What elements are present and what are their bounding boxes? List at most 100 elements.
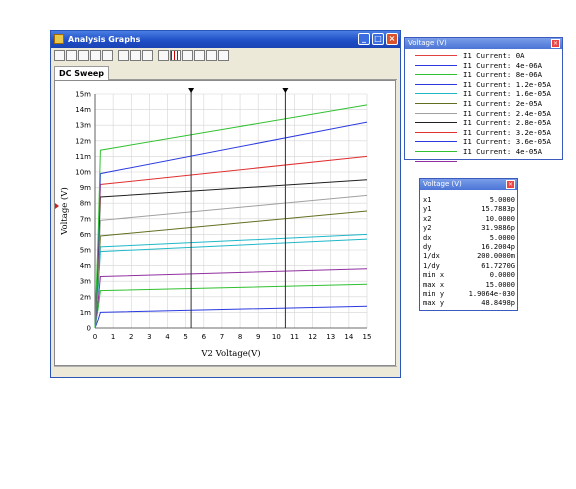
series-line (94, 305, 368, 329)
tab-dc-sweep[interactable]: DC Sweep (54, 66, 110, 80)
legend-label: I1 Current: 2e-05A (463, 99, 543, 108)
x-tick-label: 5 (183, 333, 187, 341)
cursors-icon[interactable] (194, 50, 205, 61)
y-tick-label: 1m (80, 309, 91, 317)
app-icon (54, 34, 64, 44)
readout-value: 15.0000 (485, 280, 515, 289)
legend-window: Voltage (V) × I1 Current: 0A I1 Current: … (404, 37, 563, 162)
legend-label: I1 Current: 4e-06A (463, 60, 543, 70)
readout-close-button[interactable]: × (506, 180, 515, 189)
readout-value: 16.2004p (481, 243, 515, 251)
legend-label: I1 Current: 3.2e-05A (463, 127, 551, 137)
title-bar[interactable]: Analysis Graphs _ □ × (51, 31, 400, 48)
readout-value: 200.0000m (477, 252, 515, 261)
readout-value: 0.0000 (489, 271, 515, 280)
cursor-readout-window: Voltage (V) × x1 5.0000 y1 15.7883p x2 10.000… (419, 178, 518, 311)
y-axis-label: Voltage (V) (59, 187, 70, 236)
minimize-button[interactable]: _ (358, 33, 370, 45)
readout-key: max x (423, 280, 445, 289)
readout-key: y1 (423, 205, 432, 214)
zoom-icon[interactable] (206, 50, 217, 61)
series-line (94, 283, 368, 329)
readout-key: y2 (423, 224, 432, 233)
readout-key: x2 (423, 214, 432, 223)
legend-entry: I1 Current: 4e-06A (415, 61, 560, 70)
series-line (94, 238, 368, 329)
legend-swatch (415, 131, 457, 133)
legend-entry: I1 Current: 2e-05A (415, 99, 560, 108)
readout-value: 15.7883p (481, 205, 515, 214)
series-line (94, 104, 368, 329)
readout-row: x1 5.0000 (423, 196, 515, 205)
legend-swatch (415, 55, 457, 56)
x-tick-label: 2 (129, 333, 133, 341)
x-tick-label: 1 (111, 333, 115, 341)
legend-label: I1 Current: 8e-06A (463, 70, 543, 80)
print-icon[interactable] (90, 50, 101, 61)
legend-label: I1 Current: 2.8e-05A (463, 118, 551, 128)
legend-entry: I1 Current: 3.2e-05A (415, 128, 560, 137)
y-tick-label: 8m (80, 200, 91, 208)
readout-key: 1/dy (423, 261, 440, 270)
overview-icon[interactable] (218, 50, 229, 61)
readout-title-bar[interactable]: Voltage (V) (420, 179, 517, 190)
readout-value: 31.9886p (481, 224, 515, 233)
legend-entry: I1 Current: 2.8e-05A (415, 118, 560, 127)
legend-icon[interactable] (182, 50, 193, 61)
readout-value: 5.0000 (489, 233, 515, 242)
legend-title-bar[interactable]: Voltage (V) (405, 38, 562, 49)
window-title: Analysis Graphs (68, 35, 141, 44)
copy-icon[interactable] (130, 50, 141, 61)
grid-icon[interactable] (170, 50, 181, 61)
print-preview-icon[interactable] (102, 50, 113, 61)
cursor-handle-icon[interactable] (188, 88, 195, 93)
plot-area[interactable]: 0 1 2 3 4 5 6 7 8 9 10 11 12 13 14 15 0 1m 2m 3m 4m 5m 6m 7m 8m 9… (54, 80, 396, 366)
cursor-handle-icon[interactable] (282, 88, 289, 93)
readout-key: dy (423, 243, 432, 251)
maximize-button[interactable]: □ (372, 33, 384, 45)
paste-icon[interactable] (142, 50, 153, 61)
legend-entry: I1 Current: 3.6e-05A (415, 137, 560, 146)
readout-key: 1/dx (423, 252, 440, 261)
legend-close-button[interactable]: × (551, 39, 560, 48)
x-tick-label: 4 (165, 333, 170, 341)
legend-label: I1 Current: 4e-05A (463, 147, 543, 156)
y-tick-label: 14m (75, 106, 91, 114)
legend-swatch (415, 74, 457, 76)
cut-icon[interactable] (118, 50, 129, 61)
legend-swatch (415, 83, 457, 85)
y-tick-label: 9m (80, 184, 91, 192)
readout-value: 48.8498p (481, 299, 515, 308)
properties-icon[interactable] (158, 50, 169, 61)
readout-row: x2 10.0000 (423, 215, 515, 224)
dc-sweep-chart: 0 1 2 3 4 5 6 7 8 9 10 11 12 13 14 1501m2m3m4m5m6m7m8m9… (55, 88, 371, 359)
y-tick-label: 13m (75, 122, 91, 130)
readout-title: Voltage (V) (423, 180, 462, 188)
axis-marker-icon (55, 203, 59, 209)
readout-row: min x 0.0000 (423, 271, 515, 280)
y-tick-label: 11m (75, 153, 91, 161)
tab-strip: DC Sweep (54, 66, 397, 80)
x-tick-label: 12 (308, 333, 317, 341)
x-tick-label: 13 (326, 333, 335, 341)
y-tick-label: 3m (80, 278, 91, 286)
readout-row: dx 5.0000 (423, 234, 515, 243)
legend-swatch (415, 160, 457, 162)
legend-swatch (415, 151, 457, 152)
new-icon[interactable] (54, 50, 65, 61)
save-icon[interactable] (78, 50, 89, 61)
open-icon[interactable] (66, 50, 77, 61)
legend-swatch (415, 112, 457, 114)
y-tick-label: 6m (80, 231, 91, 239)
legend-swatch (415, 103, 457, 104)
readout-value: 1.9064e-030 (468, 290, 515, 298)
analysis-graphs-window: Analysis Graphs _ □ × DC Sweep 012345678… (50, 30, 401, 378)
x-tick-label: 11 (290, 333, 299, 341)
y-tick-label: 0 (87, 325, 91, 333)
x-tick-label: 8 (238, 333, 242, 341)
readout-row: 1/dy 61.7270G (423, 262, 515, 271)
readout-row: 1/dx 200.0000m (423, 252, 515, 261)
x-tick-label: 14 (344, 333, 353, 341)
close-button[interactable]: × (386, 33, 398, 45)
legend-swatch (415, 141, 457, 143)
